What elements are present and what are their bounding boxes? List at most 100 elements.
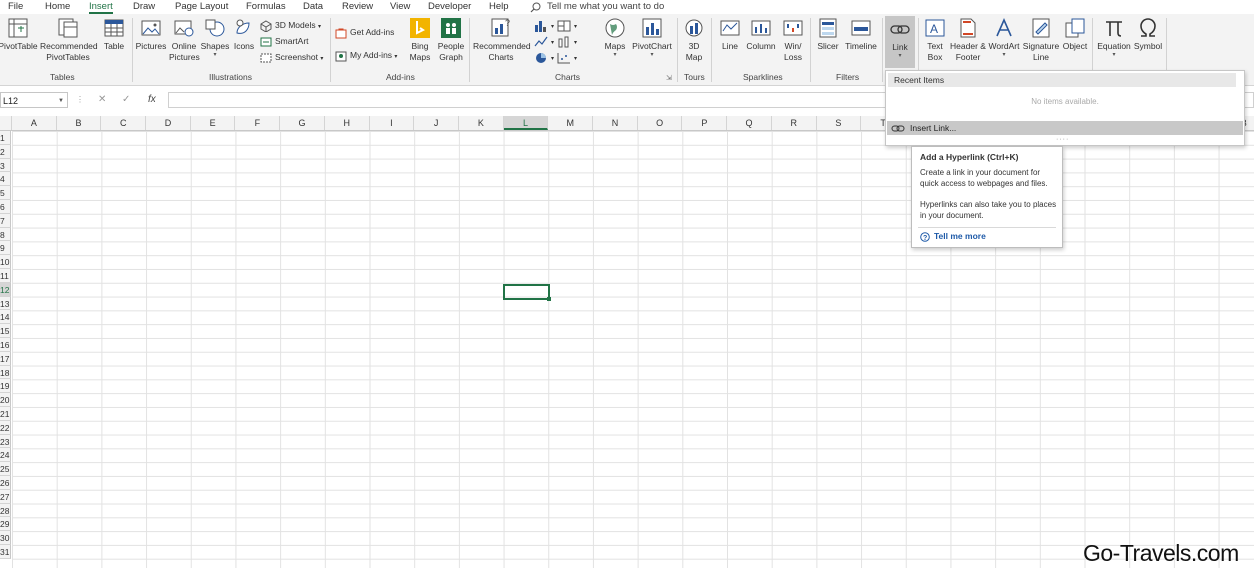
pivottable-button[interactable]: PivotTable <box>0 17 38 52</box>
tab-home[interactable]: Home <box>45 0 70 14</box>
tab-review[interactable]: Review <box>342 0 373 14</box>
tab-view[interactable]: View <box>390 0 410 14</box>
resize-grip-icon[interactable]: ···· <box>1056 136 1069 143</box>
maps-button[interactable]: Maps ▾ <box>600 17 630 59</box>
bing-maps-button[interactable]: Bing Maps <box>407 17 433 62</box>
tab-insert[interactable]: Insert <box>89 0 113 14</box>
screenshot-button[interactable]: Screenshot ▾ <box>260 51 323 65</box>
insert-function-icon[interactable]: fx <box>148 92 156 108</box>
row-header-9[interactable]: 9 <box>0 241 11 256</box>
row-header-4[interactable]: 4 <box>0 172 11 187</box>
row-header-26[interactable]: 26 <box>0 476 11 490</box>
recommended-charts-button[interactable]: ? Recommended Charts <box>472 17 531 62</box>
row-header-13[interactable]: 13 <box>0 296 11 311</box>
column-header-E[interactable]: E <box>191 116 236 130</box>
sparkline-winloss-button[interactable]: Win/ Loss <box>779 17 807 62</box>
object-button[interactable]: Object <box>1061 17 1089 52</box>
column-header-J[interactable]: J <box>414 116 459 130</box>
text-box-button[interactable]: A Text Box <box>920 17 950 62</box>
row-header-15[interactable]: 15 <box>0 324 11 338</box>
timeline-button[interactable]: Timeline <box>843 17 879 52</box>
signature-line-button[interactable]: Signature Line <box>1022 17 1060 62</box>
row-header-11[interactable]: 11 <box>0 269 11 283</box>
column-header-Q[interactable]: Q <box>727 116 772 130</box>
statistic-chart-button[interactable]: ▾ <box>557 35 577 49</box>
row-header-2[interactable]: 2 <box>0 144 11 159</box>
row-header-5[interactable]: 5 <box>0 186 11 200</box>
name-box-dropdown-icon[interactable]: ▼ <box>58 93 64 109</box>
name-box[interactable]: L12 ▼ <box>0 92 68 108</box>
icons-button[interactable]: Icons <box>231 17 257 52</box>
tab-file[interactable]: File <box>8 0 23 14</box>
column-header-A[interactable]: A <box>12 116 57 130</box>
get-addins-button[interactable]: Get Add-ins <box>335 26 394 39</box>
column-header-I[interactable]: I <box>370 116 415 130</box>
symbol-button[interactable]: Symbol <box>1133 17 1163 52</box>
row-header-25[interactable]: 25 <box>0 462 11 476</box>
pictures-button[interactable]: Pictures <box>135 17 167 52</box>
tab-page-layout[interactable]: Page Layout <box>175 0 228 14</box>
column-header-L[interactable]: L <box>503 116 549 130</box>
row-header-18[interactable]: 18 <box>0 365 11 380</box>
row-header-12[interactable]: 12 <box>0 282 11 297</box>
cell-area[interactable] <box>12 131 1254 568</box>
tab-formulas[interactable]: Formulas <box>246 0 286 14</box>
row-header-7[interactable]: 7 <box>0 213 11 228</box>
tab-draw[interactable]: Draw <box>133 0 155 14</box>
row-header-21[interactable]: 21 <box>0 407 11 421</box>
tab-help[interactable]: Help <box>489 0 509 14</box>
column-header-P[interactable]: P <box>683 116 728 130</box>
row-header-3[interactable]: 3 <box>0 158 11 173</box>
column-header-D[interactable]: D <box>146 116 191 130</box>
row-header-8[interactable]: 8 <box>0 227 11 242</box>
scatter-chart-button[interactable]: ▾ <box>557 51 577 65</box>
tab-developer[interactable]: Developer <box>428 0 471 14</box>
slicer-button[interactable]: Slicer <box>814 17 842 52</box>
shapes-button[interactable]: Shapes ▾ <box>200 17 230 59</box>
row-header-30[interactable]: 30 <box>0 531 11 545</box>
line-chart-button[interactable]: ▾ <box>534 35 554 49</box>
row-header-28[interactable]: 28 <box>0 503 11 518</box>
sparkline-column-button[interactable]: Column <box>744 17 778 52</box>
sparkline-line-button[interactable]: Line <box>716 17 744 52</box>
tell-me-more-link[interactable]: ? Tell me more <box>920 231 986 242</box>
row-header-19[interactable]: 19 <box>0 379 11 394</box>
hierarchy-chart-button[interactable]: ▾ <box>557 19 577 33</box>
equation-button[interactable]: Equation ▾ <box>1095 17 1133 59</box>
enter-check-icon[interactable]: ✓ <box>122 92 130 108</box>
row-header-14[interactable]: 14 <box>0 310 11 325</box>
column-header-N[interactable]: N <box>593 116 638 130</box>
row-header-10[interactable]: 10 <box>0 255 11 269</box>
worksheet-grid[interactable]: ABCDEFGHIJKLMNOPQRSTUVWXYZAAAB 123456789… <box>0 116 1254 568</box>
charts-dialog-launcher-icon[interactable]: ⇲ <box>666 74 672 82</box>
row-header-23[interactable]: 23 <box>0 434 11 449</box>
column-header-G[interactable]: G <box>280 116 325 130</box>
column-header-S[interactable]: S <box>817 116 862 130</box>
row-header-16[interactable]: 16 <box>0 338 11 352</box>
row-header-29[interactable]: 29 <box>0 517 11 532</box>
row-header-1[interactable]: 1 <box>0 131 11 145</box>
column-header-M[interactable]: M <box>548 116 594 130</box>
column-header-K[interactable]: K <box>459 116 504 130</box>
column-header-H[interactable]: H <box>325 116 370 130</box>
people-graph-button[interactable]: People Graph <box>436 17 466 62</box>
recommended-pivottables-button[interactable]: Recommended PivotTables <box>39 17 98 62</box>
column-header-O[interactable]: O <box>638 116 683 130</box>
row-header-22[interactable]: 22 <box>0 420 11 435</box>
3d-map-button[interactable]: 3D Map <box>680 17 708 62</box>
column-header-B[interactable]: B <box>57 116 102 130</box>
3d-models-button[interactable]: 3D Models ▾ <box>260 19 321 33</box>
wordart-button[interactable]: WordArt ▾ <box>987 17 1021 59</box>
insert-link-menu-item[interactable]: Insert Link... <box>887 121 1243 135</box>
row-header-17[interactable]: 17 <box>0 351 11 366</box>
column-header-C[interactable]: C <box>101 116 147 130</box>
column-chart-button[interactable]: ▾ <box>534 19 554 33</box>
online-pictures-button[interactable]: Online Pictures <box>169 17 200 62</box>
row-header-6[interactable]: 6 <box>0 200 11 214</box>
header-footer-button[interactable]: Header & Footer <box>950 17 986 62</box>
pie-chart-button[interactable]: ▾ <box>534 51 554 65</box>
row-header-27[interactable]: 27 <box>0 489 11 504</box>
column-header-F[interactable]: F <box>236 116 281 130</box>
table-button[interactable]: Table <box>100 17 128 52</box>
tab-data[interactable]: Data <box>303 0 323 14</box>
